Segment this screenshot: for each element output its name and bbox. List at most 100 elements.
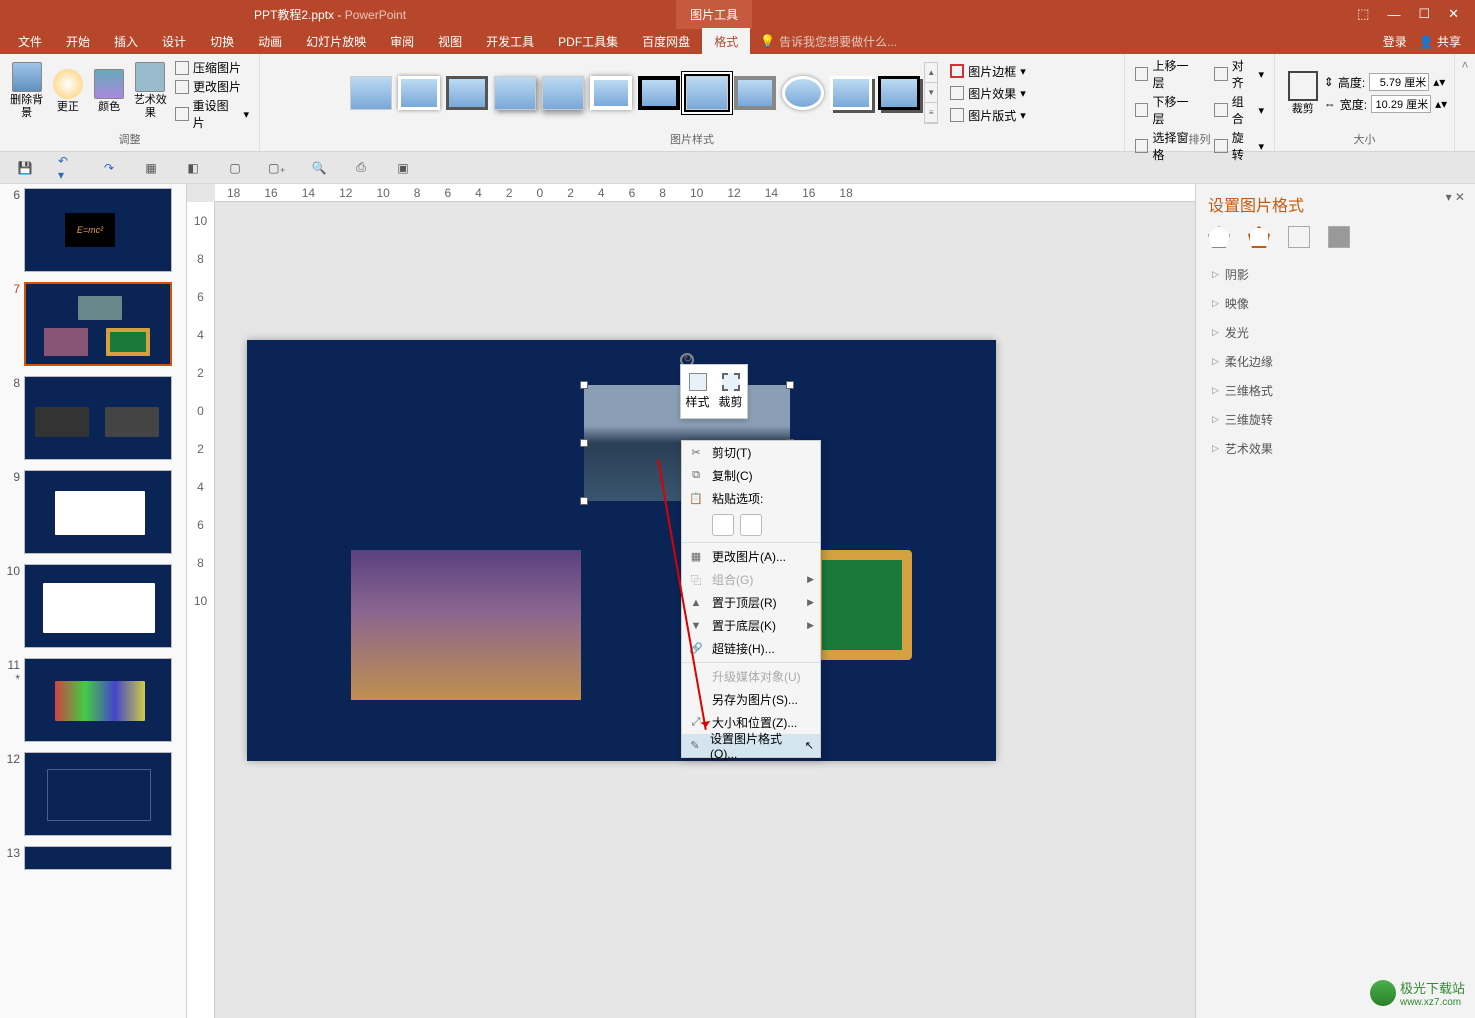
section-shadow[interactable]: 阴影 [1208, 260, 1463, 289]
style-thumb[interactable] [686, 76, 728, 110]
tab-insert[interactable]: 插入 [102, 28, 150, 55]
spinner-icon[interactable]: ▴▾ [1435, 97, 1447, 111]
mini-crop-button[interactable]: 裁剪 [714, 365, 747, 418]
slide-thumb-9[interactable] [24, 470, 172, 554]
menu-format-picture[interactable]: ✎设置图片格式(O)...↖ [682, 734, 820, 757]
slide-thumb-13[interactable] [24, 846, 172, 870]
style-thumb[interactable] [542, 76, 584, 110]
tell-me-search[interactable]: 💡告诉我您想要做什么... [760, 33, 897, 50]
slide-image[interactable] [812, 550, 912, 660]
save-button[interactable]: 💾 [16, 159, 34, 177]
slide-thumb-12[interactable] [24, 752, 172, 836]
tab-developer[interactable]: 开发工具 [474, 28, 546, 55]
qat-button[interactable]: ⎙ [352, 159, 370, 177]
from-current-button[interactable]: ▢₊ [268, 159, 286, 177]
pane-close-button[interactable]: ▾ ✕ [1446, 190, 1465, 204]
picture-effects-button[interactable]: 图片效果 ▾ [946, 84, 1030, 103]
qat-button[interactable]: ▦ [142, 159, 160, 177]
remove-background-button[interactable]: 删除背景 [6, 56, 47, 126]
group-button[interactable]: 组合 ▾ [1210, 92, 1268, 128]
tab-transition[interactable]: 切换 [198, 28, 246, 55]
style-thumb[interactable] [830, 76, 872, 110]
slide-thumb-8[interactable] [24, 376, 172, 460]
from-beginning-button[interactable]: ▢ [226, 159, 244, 177]
paste-option[interactable] [740, 514, 762, 536]
section-3drotation[interactable]: 三维旋转 [1208, 405, 1463, 434]
style-thumb[interactable] [782, 76, 824, 110]
style-thumb[interactable] [350, 76, 392, 110]
slide-thumb-11[interactable] [24, 658, 172, 742]
slide-thumb-10[interactable] [24, 564, 172, 648]
spinner-icon[interactable]: ▴▾ [1433, 75, 1445, 89]
close-button[interactable]: ✕ [1448, 6, 1459, 22]
slide-canvas-area[interactable]: 18161412108642024681012141618 1086420246… [187, 184, 1195, 1018]
menu-cut[interactable]: ✂剪切(T) [682, 441, 820, 464]
qat-button[interactable]: 🔍 [310, 159, 328, 177]
collapse-ribbon-icon[interactable]: ˄ [1455, 54, 1475, 151]
tab-animation[interactable]: 动画 [246, 28, 294, 55]
slide-canvas[interactable] [247, 340, 996, 761]
reset-picture-button[interactable]: 重设图片 ▾ [171, 96, 253, 132]
maximize-button[interactable]: ☐ [1418, 6, 1430, 22]
menu-send-back[interactable]: ▼置于底层(K)▶ [682, 614, 820, 637]
section-softedges[interactable]: 柔化边缘 [1208, 347, 1463, 376]
tab-home[interactable]: 开始 [54, 28, 102, 55]
style-thumb-selected[interactable] [638, 76, 680, 110]
crop-button[interactable]: 裁剪 [1282, 58, 1324, 128]
menu-group[interactable]: ⿻组合(G)▶ [682, 568, 820, 591]
effects-tab-icon[interactable] [1248, 226, 1270, 248]
tab-pdftools[interactable]: PDF工具集 [546, 28, 630, 55]
ribbon-options-icon[interactable]: ⬚ [1357, 6, 1369, 22]
section-reflection[interactable]: 映像 [1208, 289, 1463, 318]
tab-review[interactable]: 审阅 [378, 28, 426, 55]
style-thumb[interactable] [590, 76, 632, 110]
tab-format[interactable]: 格式 [702, 28, 750, 55]
width-input[interactable] [1371, 95, 1431, 113]
section-glow[interactable]: 发光 [1208, 318, 1463, 347]
minimize-button[interactable]: — [1387, 7, 1400, 22]
tab-slideshow[interactable]: 幻灯片放映 [294, 28, 378, 55]
style-thumb[interactable] [446, 76, 488, 110]
share-button[interactable]: 👤 共享 [1419, 33, 1461, 50]
resize-handle[interactable] [580, 381, 588, 389]
compress-pictures-button[interactable]: 压缩图片 [171, 58, 253, 77]
resize-handle[interactable] [580, 497, 588, 505]
artistic-effects-button[interactable]: 艺术效果 [130, 56, 171, 126]
send-backward-button[interactable]: 下移一层 [1131, 92, 1202, 128]
size-tab-icon[interactable] [1288, 226, 1310, 248]
slide-thumbnails-panel[interactable]: 6E=mc² 7 8 9 10 11* 12 13 [0, 184, 187, 1018]
tab-baidunetdisk[interactable]: 百度网盘 [630, 28, 702, 55]
picture-tab-icon[interactable] [1328, 226, 1350, 248]
qat-button[interactable]: ◧ [184, 159, 202, 177]
section-3dformat[interactable]: 三维格式 [1208, 376, 1463, 405]
change-picture-button[interactable]: 更改图片 [171, 77, 253, 96]
resize-handle[interactable] [786, 381, 794, 389]
corrections-button[interactable]: 更正 [47, 56, 88, 126]
height-input[interactable] [1369, 73, 1429, 91]
qat-button[interactable]: ▣ [394, 159, 412, 177]
paste-option[interactable] [712, 514, 734, 536]
picture-styles-gallery[interactable] [346, 58, 924, 128]
style-thumb[interactable] [494, 76, 536, 110]
slide-thumb-7[interactable] [24, 282, 172, 366]
undo-button[interactable]: ↶ ▾ [58, 159, 76, 177]
picture-layout-button[interactable]: 图片版式 ▾ [946, 106, 1030, 125]
tab-design[interactable]: 设计 [150, 28, 198, 55]
bring-forward-button[interactable]: 上移一层 [1131, 56, 1202, 92]
resize-handle[interactable] [580, 439, 588, 447]
redo-button[interactable]: ↷ [100, 159, 118, 177]
tab-file[interactable]: 文件 [6, 28, 54, 55]
style-thumb[interactable] [878, 76, 920, 110]
section-artistic[interactable]: 艺术效果 [1208, 434, 1463, 463]
slide-image[interactable] [351, 550, 581, 700]
align-button[interactable]: 对齐 ▾ [1210, 56, 1268, 92]
menu-copy[interactable]: ⧉复制(C) [682, 464, 820, 487]
picture-border-button[interactable]: 图片边框 ▾ [946, 62, 1030, 81]
login-link[interactable]: 登录 [1383, 33, 1407, 50]
slide-thumb-6[interactable]: E=mc² [24, 188, 172, 272]
tab-view[interactable]: 视图 [426, 28, 474, 55]
gallery-scroll[interactable]: ▲▼≡ [924, 62, 938, 124]
menu-bring-front[interactable]: ▲置于顶层(R)▶ [682, 591, 820, 614]
mini-style-button[interactable]: 样式 [681, 365, 714, 418]
style-thumb[interactable] [734, 76, 776, 110]
